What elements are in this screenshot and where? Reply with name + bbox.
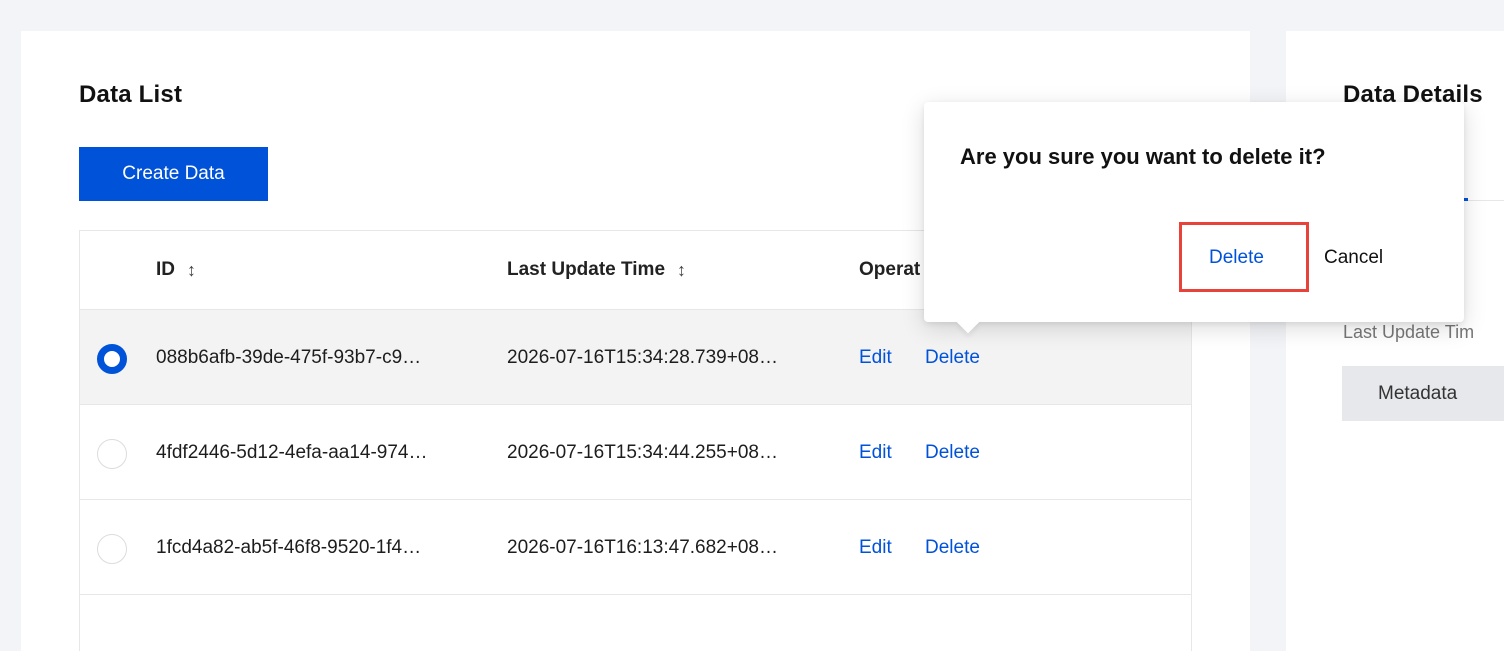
table-row[interactable]: 4fdf2446-5d12-4efa-aa14-974… 2026-07-16T… bbox=[80, 405, 1191, 500]
delete-link[interactable]: Delete bbox=[925, 442, 980, 464]
row-radio[interactable] bbox=[97, 534, 127, 564]
delete-link[interactable]: Delete bbox=[925, 347, 980, 369]
column-header-last-update-time[interactable]: Last Update Time ↕ bbox=[507, 259, 686, 281]
sort-icon[interactable]: ↕ bbox=[677, 260, 686, 281]
create-data-button[interactable]: Create Data bbox=[79, 147, 268, 201]
row-id: 4fdf2446-5d12-4efa-aa14-974… bbox=[156, 442, 428, 463]
column-header-id-label: ID bbox=[156, 259, 175, 280]
column-header-operation: Operat bbox=[859, 259, 920, 281]
row-last-update-time: 2026-07-16T16:13:47.682+08… bbox=[507, 537, 778, 558]
column-header-time-label: Last Update Time bbox=[507, 259, 666, 280]
edit-link[interactable]: Edit bbox=[859, 442, 892, 464]
delete-confirm-popover: Are you sure you want to delete it? Dele… bbox=[924, 102, 1464, 334]
cancel-button[interactable]: Cancel bbox=[1324, 247, 1383, 269]
table-row[interactable]: 1fcd4a82-ab5f-46f8-9520-1f4… 2026-07-16T… bbox=[80, 500, 1191, 595]
data-list-title: Data List bbox=[79, 81, 183, 108]
column-header-operation-label: Operat bbox=[859, 259, 921, 280]
sort-icon[interactable]: ↕ bbox=[187, 260, 196, 281]
row-id: 1fcd4a82-ab5f-46f8-9520-1f4… bbox=[156, 537, 422, 558]
delete-link[interactable]: Delete bbox=[925, 537, 980, 559]
last-update-time-label: Last Update Tim bbox=[1343, 322, 1475, 342]
metadata-tab[interactable]: Metadata bbox=[1342, 366, 1504, 421]
table-row[interactable]: 088b6afb-39de-475f-93b7-c9… 2026-07-16T1… bbox=[80, 310, 1191, 405]
column-header-id[interactable]: ID ↕ bbox=[156, 259, 196, 281]
popover-message: Are you sure you want to delete it? bbox=[960, 144, 1326, 169]
row-last-update-time: 2026-07-16T15:34:28.739+08… bbox=[507, 347, 778, 368]
row-id: 088b6afb-39de-475f-93b7-c9… bbox=[156, 347, 422, 368]
edit-link[interactable]: Edit bbox=[859, 537, 892, 559]
row-radio[interactable] bbox=[97, 439, 127, 469]
highlight-box bbox=[1179, 222, 1309, 292]
row-last-update-time: 2026-07-16T15:34:44.255+08… bbox=[507, 442, 778, 463]
row-radio-selected[interactable] bbox=[97, 344, 127, 374]
edit-link[interactable]: Edit bbox=[859, 347, 892, 369]
